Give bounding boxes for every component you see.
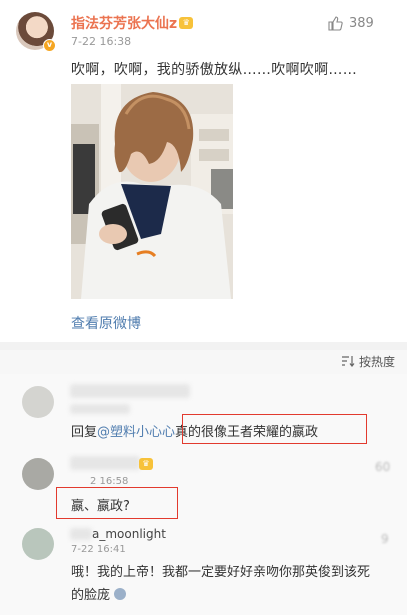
post-time: 7-22 16:38 [71, 35, 132, 48]
comment-time: 2 16:58 [90, 476, 129, 487]
author-name[interactable]: 指法芬芳张大仙z [71, 13, 177, 33]
verified-icon: v [43, 39, 56, 52]
comment-username[interactable]: a_moonlight [92, 527, 166, 541]
highlight-box [56, 487, 178, 519]
comment-like-count[interactable]: 9 [381, 532, 389, 546]
sort-label: 按热度 [358, 354, 395, 369]
comment-list: 回复@塑料小心心真的很像王者荣耀的嬴政 ♛ 2 16:58 60 嬴、嬴政? a… [0, 374, 407, 615]
highlight-box [182, 414, 367, 444]
sort-icon [341, 356, 355, 367]
comment-avatar[interactable] [22, 458, 54, 490]
emoji-icon [114, 588, 127, 600]
thumbs-up-icon [328, 16, 343, 31]
blurred-username [70, 456, 140, 470]
author-name-row[interactable]: 指法芬芳张大仙z ♛ [71, 13, 194, 33]
post-photo[interactable] [71, 84, 233, 299]
section-divider [0, 342, 407, 350]
view-original-link[interactable]: 查看原微博 [71, 313, 141, 333]
like-button[interactable]: 389 [327, 15, 374, 31]
member-crown-icon: ♛ [139, 458, 153, 470]
comment-like-count[interactable]: 60 [375, 460, 390, 474]
weibo-post: v 指法芬芳张大仙z ♛ 7-22 16:38 389 吹啊，吹啊，我的骄傲放纵… [0, 0, 407, 342]
like-count: 389 [349, 15, 374, 31]
comment-avatar[interactable] [22, 386, 54, 418]
comment-text-line2-body: 的脸庞 [71, 588, 111, 603]
comment-avatar[interactable] [22, 528, 54, 560]
blurred-username [70, 384, 190, 398]
photo-illustration [71, 84, 233, 299]
sort-by-hot-button[interactable]: 按热度 [341, 350, 395, 372]
comment-text-line1: 哦！我的上帝！我都一定要好好亲吻你那英俊到该死 [71, 565, 371, 580]
member-crown-icon: ♛ [179, 17, 194, 29]
mention-link[interactable]: @塑料小心心 [97, 425, 175, 440]
comment-time: 7-22 16:41 [71, 544, 126, 555]
blurred-username [70, 528, 92, 540]
blurred-time [70, 404, 130, 414]
comment-text-line2: 的脸庞 [71, 584, 127, 603]
post-text: 吹啊，吹啊，我的骄傲放纵……吹啊吹啊…… [71, 62, 357, 78]
reply-prefix: 回复 [71, 425, 98, 440]
